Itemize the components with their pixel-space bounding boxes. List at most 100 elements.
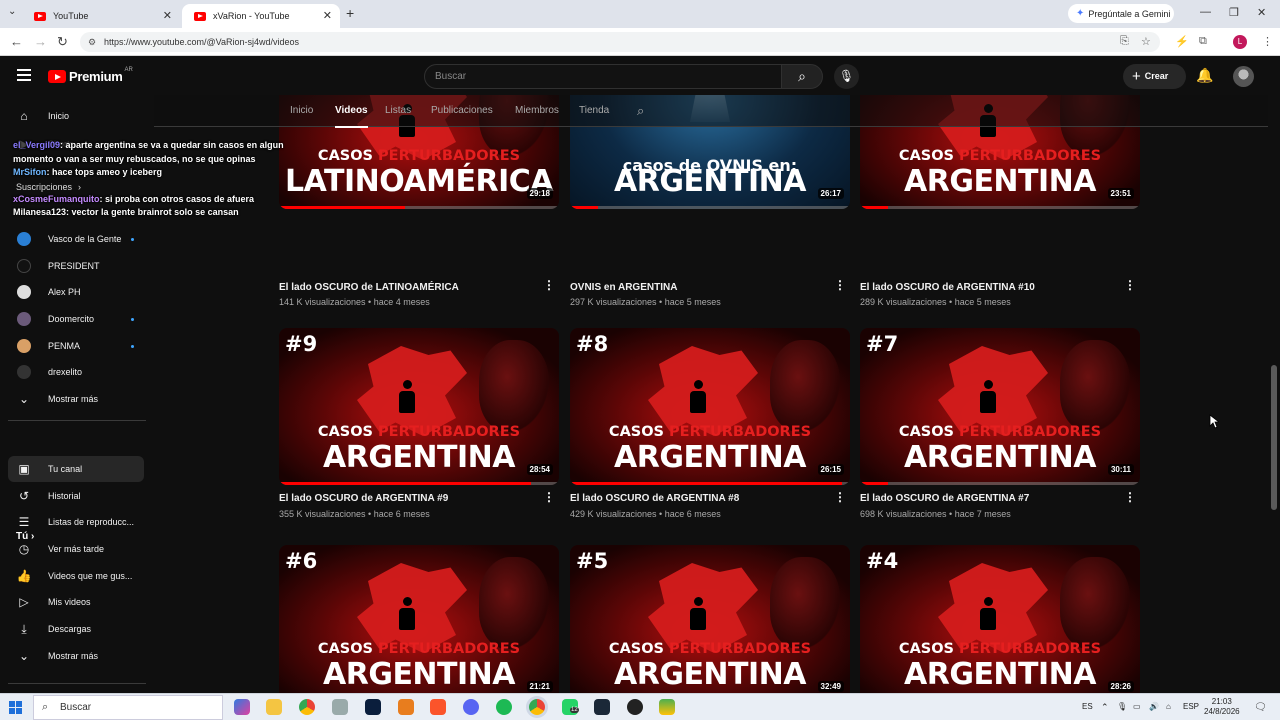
video-meta: 355 K visualizaciones • hace 6 meses	[279, 509, 430, 519]
tab-miembros[interactable]: Miembros	[515, 105, 559, 116]
thumbnail-line1-accent: PERTURBADORES	[669, 641, 812, 657]
steam-icon[interactable]	[594, 699, 610, 715]
thumbnail-line1: CASOS PERTURBADORES	[279, 148, 559, 164]
video-duration: 28:26	[1107, 681, 1134, 692]
brave-icon[interactable]	[430, 699, 446, 715]
close-tab-icon[interactable]: ✕	[323, 9, 332, 22]
extensions-puzzle-icon[interactable]: ⧉	[1199, 35, 1207, 48]
thumbnail-line2: ARGENTINA	[323, 657, 516, 692]
tab-tienda[interactable]: Tienda	[579, 105, 609, 116]
taskbar-clock[interactable]: 21:03 24/8/2026	[1204, 697, 1240, 717]
voice-search-button[interactable]: 🎙	[834, 64, 859, 89]
device-icon[interactable]: ⌂	[1166, 702, 1171, 711]
video-title[interactable]: El lado OSCURO de ARGENTINA #9	[279, 493, 448, 504]
minimize-button[interactable]: —	[1200, 6, 1211, 18]
forward-button[interactable]: →	[34, 34, 47, 49]
video-title[interactable]: El lado OSCURO de ARGENTINA #10	[860, 282, 1035, 293]
more-options-icon[interactable]: ⋮	[1124, 490, 1136, 504]
browser-profile-avatar[interactable]: L	[1233, 35, 1247, 49]
bookmark-star-icon[interactable]: ☆	[1141, 35, 1151, 48]
tab-listas[interactable]: Listas	[385, 105, 411, 116]
thumbnail-number: #4	[866, 549, 899, 573]
video-duration: 26:17	[817, 188, 844, 199]
video-title[interactable]: El lado OSCURO de ARGENTINA #7	[860, 493, 1029, 504]
language-indicator[interactable]: ES	[1082, 702, 1093, 711]
close-window-button[interactable]: ✕	[1257, 6, 1266, 19]
more-options-icon[interactable]: ⋮	[834, 490, 846, 504]
app-icon[interactable]	[398, 699, 414, 715]
keyboard-layout[interactable]: ESP	[1183, 702, 1199, 711]
gemini-button[interactable]: ✦ Pregúntale a Gemini	[1068, 4, 1174, 23]
channel-search-icon[interactable]: ⌕	[637, 103, 644, 119]
chat-message: MrSifon: hace tops ameo y iceberg	[13, 167, 163, 177]
thumbnail-line1-accent: PERTURBADORES	[959, 641, 1102, 657]
video-thumbnail[interactable]: #8 CASOS PERTURBADORES ARGENTINA 26:15	[570, 328, 850, 485]
create-button[interactable]: + Crear	[1123, 64, 1186, 89]
install-app-icon[interactable]: ⎘	[1120, 35, 1129, 48]
scrollbar-thumb[interactable]	[1271, 365, 1277, 510]
photoshop-icon[interactable]	[365, 699, 381, 715]
obs-icon[interactable]	[627, 699, 643, 715]
browser-tab-youtube[interactable]: YouTube ✕	[22, 4, 180, 28]
url-field[interactable]: ⚙ https://www.youtube.com/@VaRion-sj4wd/…	[80, 32, 1160, 52]
taskbar-search[interactable]: ⌕ Buscar	[33, 695, 223, 720]
file-explorer-icon[interactable]	[266, 699, 282, 715]
tray-chevron-icon[interactable]: ⌃	[1101, 702, 1109, 713]
more-options-icon[interactable]: ⋮	[543, 278, 555, 292]
chrome-active-icon[interactable]	[529, 699, 545, 715]
taskbar-search-label: Buscar	[60, 702, 92, 713]
volume-icon[interactable]: 🔊	[1149, 702, 1159, 711]
network-icon[interactable]: ▭	[1133, 702, 1141, 711]
video-duration: 26:15	[817, 464, 844, 475]
watch-progress-track	[860, 206, 1140, 209]
tab-videos[interactable]: Videos	[335, 105, 368, 128]
chrome-icon[interactable]	[299, 699, 315, 715]
site-info-icon[interactable]: ⚙	[88, 32, 96, 52]
tab-publicaciones[interactable]: Publicaciones	[431, 105, 493, 116]
app-icon[interactable]	[659, 699, 675, 715]
thumbnail-line1-text: CASOS	[898, 641, 960, 657]
search-button[interactable]: ⌕	[781, 64, 823, 89]
youtube-premium-logo[interactable]: Premium AR	[48, 67, 133, 84]
back-button[interactable]: ←	[10, 34, 23, 49]
spotify-icon[interactable]	[496, 699, 512, 715]
account-avatar[interactable]	[1233, 66, 1254, 87]
hamburger-menu-icon[interactable]	[17, 69, 31, 81]
tab-inicio[interactable]: Inicio	[290, 105, 313, 116]
thumbnail-line1-text: CASOS	[317, 641, 379, 657]
search-input[interactable]: Buscar	[424, 64, 782, 89]
browser-tab-bar: ⌄ YouTube ✕ xVaRion - YouTube ✕ + ✦ Preg…	[0, 0, 1280, 28]
app-icon[interactable]	[332, 699, 348, 715]
silhouette-icon	[397, 597, 417, 631]
more-options-icon[interactable]: ⋮	[543, 490, 555, 504]
notification-center-icon[interactable]: 🗨	[1254, 702, 1267, 713]
close-tab-icon[interactable]: ✕	[163, 9, 172, 22]
more-options-icon[interactable]: ⋮	[1124, 278, 1136, 292]
video-thumbnail[interactable]: #5 CASOS PERTURBADORES ARGENTINA 32:49	[570, 545, 850, 693]
notifications-bell-icon[interactable]: 🔔	[1196, 67, 1213, 84]
windows-start-icon[interactable]	[9, 701, 22, 714]
copilot-icon[interactable]	[234, 699, 250, 715]
video-thumbnail[interactable]: #9 CASOS PERTURBADORES ARGENTINA 28:54	[279, 328, 559, 485]
tab-search-icon[interactable]: ⌄	[8, 6, 16, 17]
clock-time: 21:03	[1211, 697, 1232, 706]
video-thumbnail[interactable]: #7 CASOS PERTURBADORES ARGENTINA 30:11	[860, 328, 1140, 485]
new-tab-button[interactable]: +	[346, 5, 354, 21]
video-title[interactable]: OVNIS en ARGENTINA	[570, 282, 677, 293]
video-thumbnail[interactable]: #6 CASOS PERTURBADORES ARGENTINA 21:21	[279, 545, 559, 693]
watch-progress-bar	[860, 482, 888, 485]
browser-tab-channel[interactable]: xVaRion - YouTube ✕	[182, 4, 340, 28]
reload-button[interactable]: ↻	[57, 34, 68, 50]
video-duration: 21:21	[526, 681, 553, 692]
video-title[interactable]: El lado OSCURO de LATINOAMÉRICA	[279, 282, 459, 293]
video-title[interactable]: El lado OSCURO de ARGENTINA #8	[570, 493, 739, 504]
extension-icon[interactable]: ⚡	[1175, 35, 1189, 48]
menu-dots-icon[interactable]: ⋮	[1262, 35, 1273, 48]
microphone-tray-icon[interactable]: 🎙	[1117, 702, 1127, 711]
whatsapp-icon[interactable]: 12	[562, 699, 579, 715]
restore-button[interactable]: ❐	[1229, 6, 1239, 19]
video-duration: 29:18	[526, 188, 553, 199]
video-thumbnail[interactable]: #4 CASOS PERTURBADORES ARGENTINA 28:26	[860, 545, 1140, 693]
more-options-icon[interactable]: ⋮	[834, 278, 846, 292]
discord-icon[interactable]	[463, 699, 479, 715]
